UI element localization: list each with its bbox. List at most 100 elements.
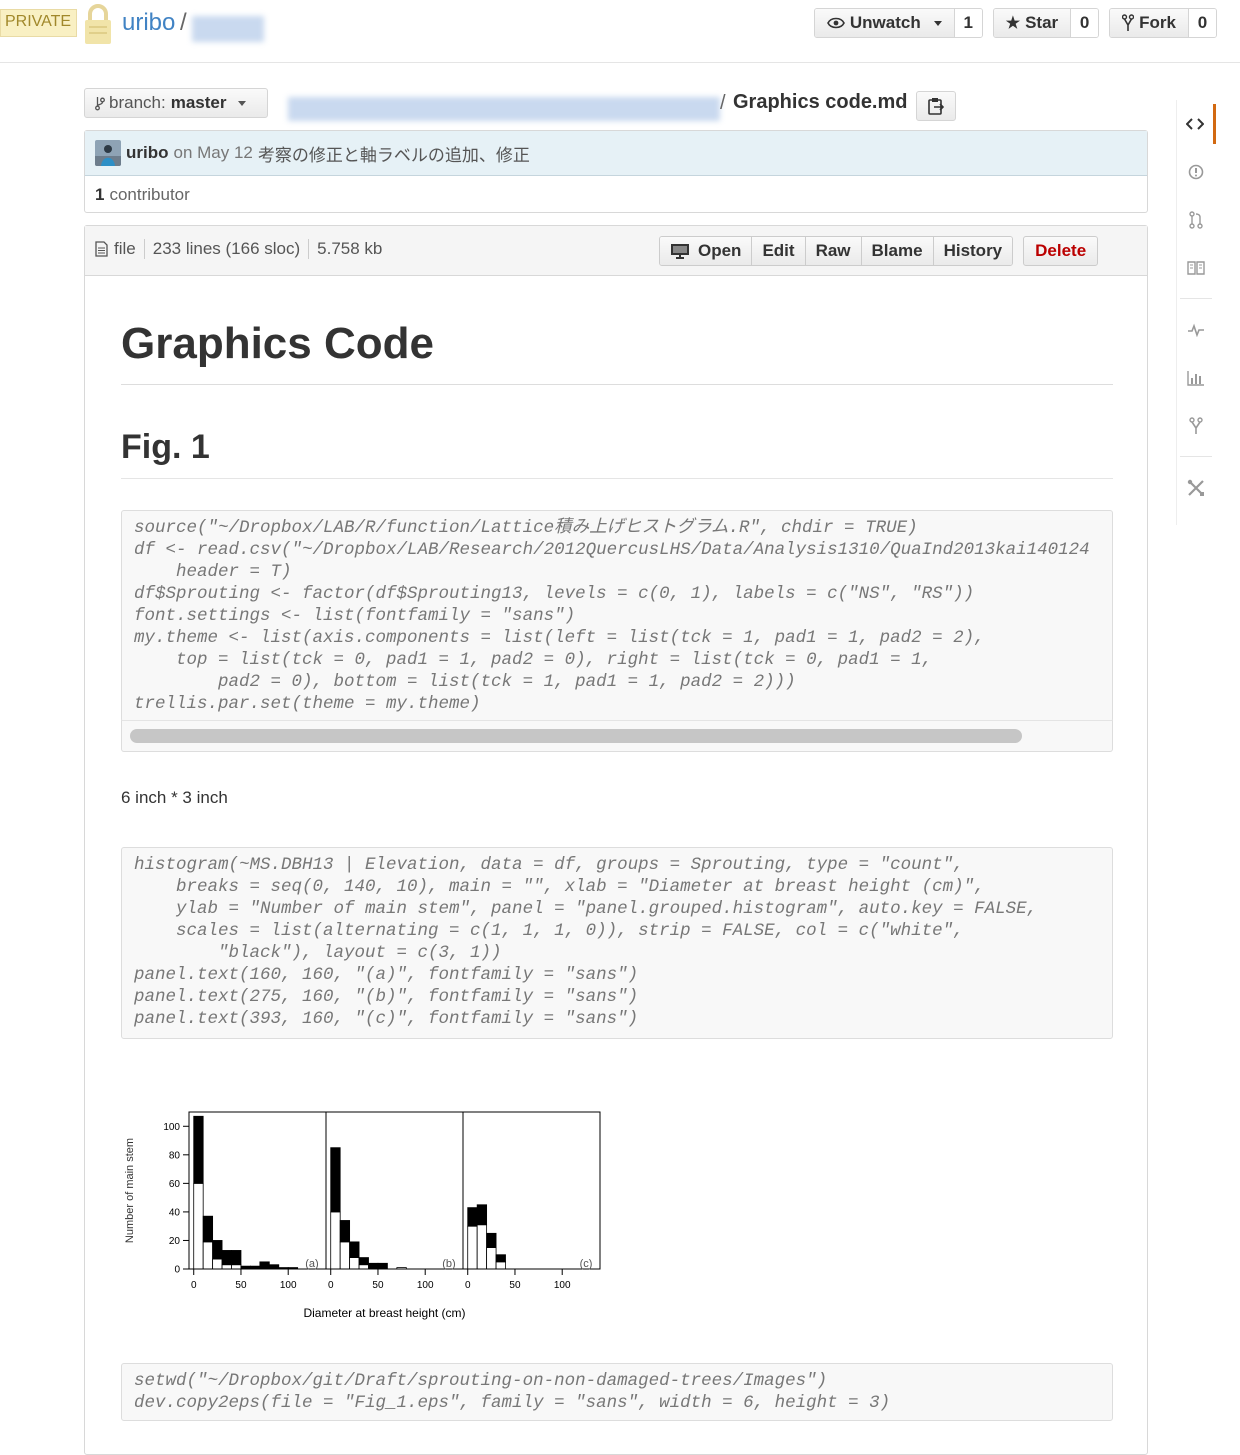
- size-note: 6 inch * 3 inch: [121, 788, 228, 807]
- histogram-bar: [368, 1262, 379, 1270]
- x-tick-label: 0: [328, 1280, 334, 1291]
- code-block-export: setwd("~/Dropbox/git/Draft/sprouting-on-…: [121, 1363, 1113, 1421]
- edit-button[interactable]: Edit: [752, 237, 806, 265]
- code-block-setup: source("~/Dropbox/LAB/R/function/Lattice…: [121, 510, 1113, 722]
- y-tick-label: 80: [169, 1150, 181, 1161]
- wiki-icon: [1187, 261, 1205, 275]
- fork-label: Fork: [1139, 13, 1176, 32]
- histogram-bar: [221, 1264, 232, 1270]
- star-button-group: ★ Star 0: [992, 8, 1100, 38]
- panel-label: (a): [305, 1258, 318, 1270]
- sidebar-item-pulse[interactable]: [1176, 310, 1216, 350]
- file-header: file 233 lines (166 sloc) 5.758 kb Open …: [85, 226, 1147, 276]
- repo-owner-link[interactable]: uribo: [122, 9, 175, 37]
- code-icon: [1185, 118, 1204, 130]
- histogram-bar: [467, 1207, 478, 1227]
- histogram-bar: [339, 1241, 351, 1270]
- open-label: Open: [698, 241, 742, 260]
- fork-count[interactable]: 0: [1188, 9, 1216, 37]
- histogram-bar: [259, 1261, 270, 1270]
- raw-button[interactable]: Raw: [805, 237, 862, 265]
- y-tick-label: 60: [169, 1179, 181, 1190]
- history-button[interactable]: History: [933, 237, 1013, 265]
- copy-path-button[interactable]: [916, 91, 956, 121]
- unwatch-button[interactable]: Unwatch: [814, 9, 954, 37]
- sidebar-divider: [1180, 298, 1212, 299]
- latest-commit: uribo on May 12 考察の修正と軸ラベルの追加、修正: [85, 131, 1147, 176]
- file-icon: [95, 241, 108, 257]
- sidebar-item-settings[interactable]: [1176, 468, 1216, 508]
- histogram-bar: [202, 1215, 214, 1243]
- sidebar-item-pull-requests[interactable]: [1176, 200, 1216, 240]
- y-axis-label: Number of main stem: [124, 1138, 136, 1243]
- histogram-bar: [193, 1182, 204, 1270]
- fork-button[interactable]: Fork: [1110, 9, 1188, 37]
- pull-request-icon: [1189, 211, 1203, 229]
- x-tick-label: 100: [554, 1280, 571, 1291]
- x-tick-label: 50: [372, 1280, 384, 1291]
- y-tick-label: 100: [163, 1122, 180, 1133]
- histogram-bar: [349, 1257, 360, 1270]
- histogram-bar: [486, 1247, 497, 1270]
- sidebar-item-network[interactable]: [1176, 406, 1216, 446]
- contributors-count: 1: [95, 184, 105, 204]
- branch-prefix: branch:: [109, 93, 166, 112]
- code-block-histogram: histogram(~MS.DBH13 | Elevation, data = …: [121, 847, 1113, 1039]
- file-info: file 233 lines (166 sloc) 5.758 kb: [95, 239, 382, 259]
- x-tick-label: 0: [465, 1280, 471, 1291]
- figure-histogram: Number of main stem 0 20 40 60 80 100 (a) 0 50 100…: [124, 1111, 601, 1320]
- commit-author[interactable]: uribo: [126, 143, 169, 163]
- avatar[interactable]: [95, 140, 121, 166]
- breadcrumb-filename: Graphics code.md: [733, 91, 908, 113]
- graphs-icon: [1187, 371, 1204, 386]
- repo-name-redacted[interactable]: [192, 16, 264, 42]
- repo-actions: Unwatch 1 ★ Star 0 Fork 0: [813, 8, 1217, 38]
- sidebar-item-graphs[interactable]: [1176, 358, 1216, 398]
- fork-button-group: Fork 0: [1109, 8, 1217, 38]
- file-view: file 233 lines (166 sloc) 5.758 kb Open …: [84, 225, 1148, 1455]
- watch-count[interactable]: 1: [953, 9, 982, 37]
- panel-label: (c): [580, 1258, 593, 1270]
- section-heading: Fig. 1: [121, 422, 1113, 479]
- open-button[interactable]: Open: [660, 237, 753, 265]
- file-type: file: [114, 239, 136, 258]
- star-button[interactable]: ★ Star: [993, 9, 1071, 37]
- eye-icon: [826, 17, 845, 29]
- sidebar-item-wiki[interactable]: [1176, 248, 1216, 288]
- issues-icon: [1188, 164, 1204, 180]
- histogram-bar: [476, 1224, 488, 1270]
- histogram-bar: [349, 1241, 360, 1258]
- private-badge: PRIVATE: [0, 9, 78, 37]
- histogram-bar: [486, 1232, 497, 1248]
- lock-icon: [85, 4, 111, 44]
- sidebar-item-code[interactable]: [1176, 104, 1216, 144]
- star-count[interactable]: 0: [1070, 9, 1099, 37]
- x-tick-label: 50: [235, 1280, 247, 1291]
- star-icon: ★: [1005, 15, 1021, 32]
- histogram-bar: [268, 1264, 280, 1270]
- x-tick-label: 100: [280, 1280, 297, 1291]
- doc-title: Graphics Code: [121, 318, 1113, 385]
- histogram-bar: [330, 1147, 341, 1213]
- sidebar-item-issues[interactable]: [1176, 152, 1216, 192]
- scrollbar-thumb[interactable]: [130, 729, 1022, 743]
- star-label: Star: [1025, 13, 1059, 32]
- chevron-down-icon: [933, 20, 942, 26]
- branch-name: master: [170, 93, 227, 112]
- commit-date: on May 12: [173, 143, 253, 162]
- commit-message[interactable]: 考察の修正と軸ラベルの追加、修正: [258, 141, 530, 166]
- histogram-bar: [476, 1204, 488, 1226]
- histogram-bar: [467, 1225, 478, 1270]
- blame-button[interactable]: Blame: [861, 237, 934, 265]
- clipboard-icon: [928, 98, 944, 115]
- delete-button[interactable]: Delete: [1023, 236, 1099, 266]
- x-tick-label: 0: [191, 1280, 197, 1291]
- histogram-bar: [202, 1241, 214, 1270]
- x-tick-label: 50: [509, 1280, 521, 1291]
- desktop-icon: [671, 244, 689, 259]
- contributors-summary[interactable]: 1 contributor: [85, 176, 1147, 213]
- breadcrumb-path-redacted[interactable]: [288, 97, 720, 121]
- code-scrollbar[interactable]: [121, 720, 1113, 752]
- branch-selector[interactable]: branch: master: [84, 88, 268, 118]
- histogram-bar: [495, 1254, 506, 1263]
